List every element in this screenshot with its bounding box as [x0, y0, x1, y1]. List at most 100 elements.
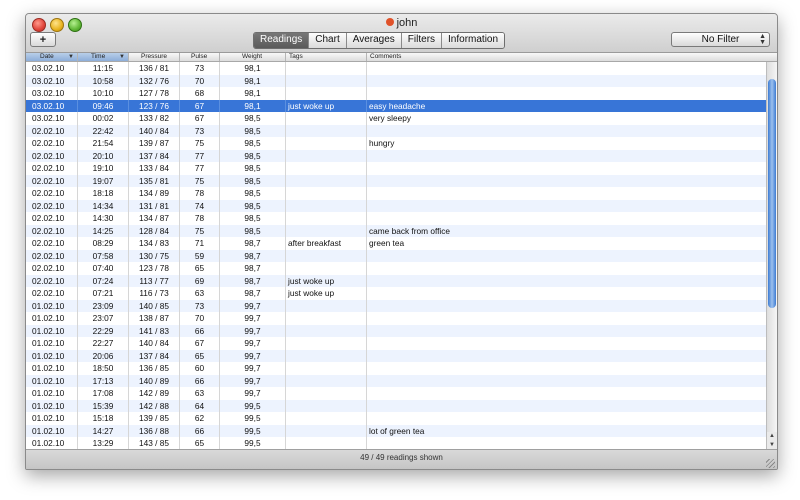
table-row[interactable]: 03.02.10 00:02 133 / 82 67 98,5 very sleepy — [26, 112, 766, 125]
table-row[interactable]: 02.02.10 14:34 131 / 81 74 98,5 — [26, 199, 766, 212]
table-row[interactable]: 01.02.10 15:18 139 / 85 62 99,5 — [26, 412, 766, 425]
table-row[interactable]: 02.02.10 19:07 135 / 81 75 98,5 — [26, 174, 766, 187]
cell-date: 02.02.10 — [26, 249, 78, 262]
cell-pressure: 137 / 84 — [129, 349, 180, 362]
cell-pulse: 66 — [180, 374, 220, 387]
table-row-selected[interactable]: 03.02.10 09:46 123 / 76 67 98,1 just woke up e… — [26, 99, 766, 112]
table-row[interactable]: 01.02.10 18:50 136 / 85 60 99,7 — [26, 362, 766, 375]
table-row[interactable]: 02.02.10 14:25 128 / 84 75 98,5 came back fro… — [26, 224, 766, 237]
app-window: john + Readings Chart Averages Filters I… — [25, 13, 778, 470]
filter-select[interactable]: No Filter ▲ ▼ — [671, 32, 770, 47]
table-row[interactable]: 02.02.10 18:18 134 / 89 78 98,5 — [26, 187, 766, 200]
table-row[interactable]: 01.02.10 20:06 137 / 84 65 99,7 — [26, 349, 766, 362]
column-header-pulse[interactable]: Pulse — [180, 53, 220, 61]
resize-grip-icon[interactable] — [766, 459, 775, 468]
table-row[interactable]: 02.02.10 22:42 140 / 84 73 98,5 — [26, 124, 766, 137]
tab-filters[interactable]: Filters — [401, 33, 443, 48]
cell-comments — [367, 300, 766, 313]
table-row[interactable]: 02.02.10 20:10 137 / 84 77 98,5 — [26, 149, 766, 162]
cell-pressure: 133 / 82 — [129, 112, 180, 125]
cell-tags — [286, 162, 367, 175]
table-row[interactable]: 02.02.10 07:24 113 / 77 69 98,7 just woke up — [26, 274, 766, 287]
cell-time: 07:58 — [78, 249, 129, 262]
cell-pulse: 71 — [180, 237, 220, 250]
table-row[interactable]: 01.02.10 13:29 143 / 85 65 99,5 — [26, 437, 766, 450]
column-header-tags[interactable]: Tags — [286, 53, 367, 61]
cell-tags — [286, 212, 367, 225]
table-row[interactable]: 03.02.10 10:10 127 / 78 68 98,1 — [26, 87, 766, 100]
cell-comments: easy headache — [369, 100, 426, 111]
cell-comments — [367, 162, 766, 175]
tab-chart[interactable]: Chart — [309, 33, 347, 48]
tab-averages[interactable]: Averages — [346, 33, 402, 48]
cell-comments — [367, 312, 766, 325]
table-row[interactable]: 03.02.10 11:15 136 / 81 73 98,1 — [26, 62, 766, 75]
table-row[interactable]: 01.02.10 23:07 138 / 87 70 99,7 — [26, 312, 766, 325]
table-row[interactable]: 02.02.10 07:58 130 / 75 59 98,7 — [26, 249, 766, 262]
cell-weight: 99,5 — [220, 399, 286, 412]
cell-weight: 98,7 — [220, 237, 286, 250]
cell-weight: 98,7 — [220, 274, 286, 287]
cell-date: 02.02.10 — [26, 187, 78, 200]
table-row[interactable]: 02.02.10 21:54 139 / 87 75 98,5 hungry — [26, 137, 766, 150]
cell-date: 02.02.10 — [26, 149, 78, 162]
column-header-time[interactable]: Time ▼ — [78, 53, 129, 61]
cell-date: 01.02.10 — [26, 374, 78, 387]
cell-pulse: 65 — [180, 262, 220, 275]
add-reading-button[interactable]: + — [30, 32, 56, 47]
table-row[interactable]: 01.02.10 15:39 142 / 88 64 99,5 — [26, 399, 766, 412]
vertical-scrollbar[interactable]: ▲ ▼ — [766, 62, 777, 450]
cell-tags: just woke up — [286, 274, 367, 287]
cell-comments — [367, 212, 766, 225]
cell-pressure: 140 / 89 — [129, 374, 180, 387]
cell-comments: green tea — [369, 238, 405, 248]
cell-pressure: 123 / 78 — [129, 262, 180, 275]
cell-time: 00:02 — [78, 112, 129, 125]
column-header-pressure[interactable]: Pressure — [129, 53, 180, 61]
cell-tags — [286, 187, 367, 200]
table-row[interactable]: 02.02.10 07:21 116 / 73 63 98,7 just woke up — [26, 287, 766, 300]
table-row[interactable]: 01.02.10 17:08 142 / 89 63 99,7 — [26, 387, 766, 400]
cell-pressure: 127 / 78 — [129, 87, 180, 100]
cell-pressure: 137 / 84 — [129, 149, 180, 162]
cell-date: 01.02.10 — [26, 299, 78, 312]
cell-date: 03.02.10 — [26, 62, 78, 75]
cell-pulse: 62 — [180, 412, 220, 425]
cell-weight: 99,7 — [220, 362, 286, 375]
table-row[interactable]: 02.02.10 14:30 134 / 87 78 98,5 — [26, 212, 766, 225]
cell-time: 07:24 — [78, 274, 129, 287]
cell-date: 01.02.10 — [26, 437, 78, 450]
table-row[interactable]: 02.02.10 19:10 133 / 84 77 98,5 — [26, 162, 766, 175]
up-down-arrows-icon: ▲ ▼ — [759, 33, 766, 46]
cell-pulse: 64 — [180, 399, 220, 412]
table-row[interactable]: 02.02.10 07:40 123 / 78 65 98,7 — [26, 262, 766, 275]
cell-pulse: 73 — [180, 62, 220, 75]
cell-weight: 99,7 — [220, 324, 286, 337]
column-header-weight[interactable]: Weight — [220, 53, 286, 61]
scrollbar-thumb[interactable] — [768, 79, 776, 308]
column-header-time-label: Time — [91, 53, 106, 60]
scroll-up-arrow-icon[interactable]: ▲ — [767, 432, 777, 441]
table-row[interactable]: 02.02.10 08:29 134 / 83 71 98,7 after breakfa… — [26, 237, 766, 250]
column-header-date[interactable]: Date ▼ — [26, 53, 78, 61]
cell-pulse: 68 — [180, 87, 220, 100]
table-row[interactable]: 03.02.10 10:58 132 / 76 70 98,1 — [26, 74, 766, 87]
cell-tags — [286, 262, 367, 275]
table-row[interactable]: 01.02.10 17:13 140 / 89 66 99,7 — [26, 374, 766, 387]
table-row[interactable]: 01.02.10 14:27 136 / 88 66 99,5 lot of green … — [26, 424, 766, 437]
title-bar[interactable]: john + Readings Chart Averages Filters I… — [26, 14, 777, 53]
cell-tags — [286, 62, 367, 75]
cell-tags — [286, 149, 367, 162]
table-row[interactable]: 01.02.10 22:27 140 / 84 67 99,7 — [26, 337, 766, 350]
cell-tags: just woke up — [286, 287, 367, 300]
table-row[interactable]: 01.02.10 22:29 141 / 83 66 99,7 — [26, 324, 766, 337]
cell-comments — [367, 387, 766, 400]
tab-readings[interactable]: Readings — [254, 33, 310, 48]
tab-information[interactable]: Information — [442, 33, 505, 48]
cell-date: 02.02.10 — [26, 124, 78, 137]
cell-pressure: 140 / 84 — [129, 124, 180, 137]
table-row[interactable]: 01.02.10 23:09 140 / 85 73 99,7 — [26, 299, 766, 313]
column-header-tags-label: Tags — [289, 53, 303, 60]
column-header-comments[interactable]: Comments — [367, 53, 777, 61]
cell-tags — [286, 349, 367, 362]
